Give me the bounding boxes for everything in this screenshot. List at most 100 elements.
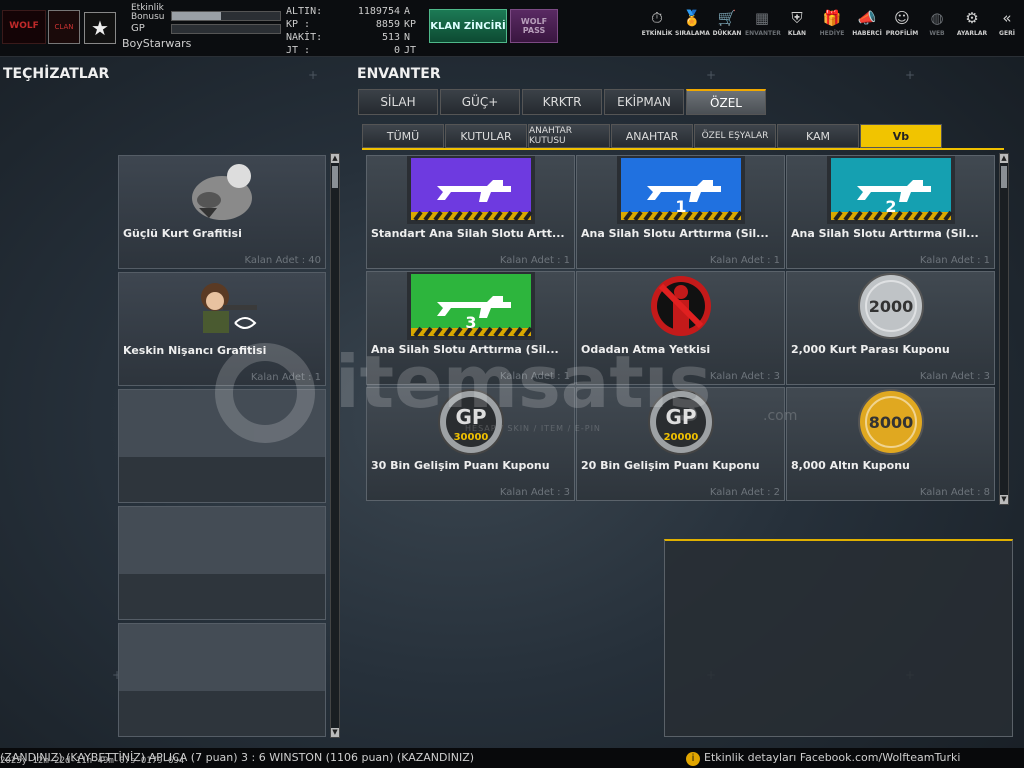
nav-icon: ⛨	[791, 9, 803, 27]
event-info[interactable]: i Etkinlik detayları Facebook.com/Wolftea…	[686, 751, 960, 766]
tab-sub-3[interactable]: ANAHTAR	[611, 124, 693, 148]
svg-text:8000: 8000	[869, 413, 914, 432]
nav-9[interactable]: ⚙ AYARLAR	[955, 8, 989, 50]
item-name: 30 Bin Gelişim Puanı Kuponu	[371, 459, 550, 472]
equipment-slot[interactable]: Güçlü Kurt Grafitisi Kalan Adet : 40	[118, 155, 326, 269]
scroll-down-icon[interactable]: ▼	[331, 728, 339, 737]
item-name: 2,000 Kurt Parası Kuponu	[791, 343, 950, 356]
tab-main-0[interactable]: SİLAH	[358, 89, 438, 115]
item-name: Standart Ana Silah Slotu Artt...	[371, 227, 565, 240]
inventory-item[interactable]: 2000 2,000 Kurt Parası Kuponu Kalan Adet :…	[786, 271, 995, 385]
currency-stats: ALTIN: 1189754 A KP : 8859 KP NAKİT: 513 N JT : 0J…	[286, 6, 422, 58]
svg-text:20000: 20000	[664, 432, 699, 443]
tab-main-3[interactable]: EKİPMAN	[604, 89, 684, 115]
nav-icon: ☺	[894, 9, 910, 27]
inventory-item[interactable]: Standart Ana Silah Slotu Artt... Kalan Ad…	[366, 155, 575, 269]
wolf-pass-button[interactable]: WOLF PASS	[510, 9, 558, 43]
tab-sub-0[interactable]: TÜMÜ	[362, 124, 444, 148]
inventory-scrollbar[interactable]: ▲ ▼	[999, 153, 1009, 505]
inventory-item[interactable]: 2 Ana Silah Slotu Arttırma (Sil... Kalan A…	[786, 155, 995, 269]
weapon-slot-purple-icon	[407, 156, 535, 224]
nav-1[interactable]: 🏅 SIRALAMA	[675, 8, 710, 50]
inventory-item[interactable]: GP 30000 30 Bin Gelişim Puanı Kuponu Kalan …	[366, 387, 575, 501]
scroll-up-icon[interactable]: ▲	[1000, 154, 1008, 163]
nav-label: HABERCİ	[852, 30, 882, 37]
tab-sub-4[interactable]: ÖZEL EŞYALAR	[694, 124, 776, 148]
nav-10[interactable]: « GERİ	[990, 8, 1024, 50]
tab-main-2[interactable]: KRKTR	[522, 89, 602, 115]
equipment-slot[interactable]	[118, 389, 326, 503]
tab-sub-6[interactable]: Vb	[860, 124, 942, 148]
nav-icon: ▦	[754, 9, 770, 27]
nav-2[interactable]: 🛒 DÜKKAN	[710, 8, 744, 50]
nav-icon: 🛒	[717, 9, 737, 27]
item-name: 20 Bin Gelişim Puanı Kuponu	[581, 459, 760, 472]
coin-gold-icon: 8000	[827, 388, 955, 456]
tab-main-1[interactable]: GÜÇ+	[440, 89, 520, 115]
inventory-item[interactable]: 1 Ana Silah Slotu Arttırma (Sil... Kalan A…	[576, 155, 785, 269]
stat-label: JT :	[286, 45, 311, 56]
scroll-thumb[interactable]	[332, 166, 338, 188]
stat-value: 513	[381, 32, 400, 43]
stat-label: KP :	[286, 19, 311, 30]
item-count: Kalan Adet : 8	[919, 487, 990, 498]
svg-text:2000: 2000	[869, 297, 914, 316]
nav-6[interactable]: 📣 HABERCİ	[850, 8, 884, 50]
top-bar: WOLF CLAN ★ Etkinlik Bonusu GP BoyStarwa…	[0, 0, 1024, 57]
stat-label: ALTIN:	[286, 6, 323, 17]
stat-unit: JT	[404, 45, 417, 56]
gp-coin-icon: GP 20000	[617, 388, 745, 456]
item-count: Kalan Adet : 3	[919, 371, 990, 382]
svg-text:GP: GP	[665, 405, 696, 429]
klan-zinciri-button[interactable]: KLAN ZİNCİRİ	[429, 9, 507, 43]
gp-coin-icon: GP 30000	[407, 388, 535, 456]
nav-4[interactable]: ⛨ KLAN	[780, 8, 814, 50]
nav-label: HEDİYE	[819, 30, 845, 37]
nav-8[interactable]: ◍ WEB	[920, 8, 954, 50]
stat-row: NAKİT: 513 N	[286, 32, 422, 45]
inventory-item[interactable]: GP 20000 20 Bin Gelişim Puanı Kuponu Kalan …	[576, 387, 785, 501]
equipment-count: Kalan Adet : 40	[244, 255, 321, 266]
stat-value: 8859	[375, 19, 400, 30]
scroll-up-icon[interactable]: ▲	[331, 154, 339, 163]
coin-silver-icon: 2000	[827, 272, 955, 340]
scroll-thumb[interactable]	[1001, 166, 1007, 188]
equipment-slot[interactable]	[118, 623, 326, 737]
inventory-main-tabs: SİLAH GÜÇ+ KRKTR EKİPMAN ÖZEL	[358, 89, 768, 115]
equipment-name: Keskin Nişancı Grafitisi	[123, 344, 267, 357]
inventory-item[interactable]: 8000 8,000 Altın Kuponu Kalan Adet : 8	[786, 387, 995, 501]
equipment-slot[interactable]: Keskin Nişancı Grafitisi Kalan Adet : 1	[118, 272, 326, 386]
inventory-item[interactable]: 3 Ana Silah Slotu Arttırma (Sil... Kalan A…	[366, 271, 575, 385]
stat-value: 1189754	[357, 6, 400, 17]
equipment-slot[interactable]	[118, 506, 326, 620]
tab-sub-1[interactable]: KUTULAR	[445, 124, 527, 148]
nav-icon: 📣	[857, 9, 877, 27]
main-nav: ⏱ ETKİNLİK 🏅 SIRALAMA 🛒 DÜKKAN ▦ ENVANTER ⛨ KLAN 🎁…	[640, 8, 1024, 50]
nav-0[interactable]: ⏱ ETKİNLİK	[640, 8, 674, 50]
item-count: Kalan Adet : 1	[499, 371, 570, 382]
item-count: Kalan Adet : 2	[709, 487, 780, 498]
wolf-graffiti-icon	[179, 158, 265, 226]
tab-main-4[interactable]: ÖZEL	[686, 89, 766, 115]
svg-text:3: 3	[465, 313, 476, 332]
game-logo: WOLF	[2, 10, 46, 44]
nav-3[interactable]: ▦ ENVANTER	[745, 8, 781, 50]
nav-icon: «	[1002, 9, 1012, 27]
tab-sub-5[interactable]: KAM	[777, 124, 859, 148]
scroll-down-icon[interactable]: ▼	[1000, 495, 1008, 504]
equipment-scrollbar[interactable]: ▲ ▼	[330, 153, 340, 738]
item-count: Kalan Adet : 1	[499, 255, 570, 266]
etkinlik-bonus-label: Etkinlik Bonusu	[131, 3, 165, 22]
clan-emblem[interactable]: CLAN	[48, 10, 80, 44]
nav-icon: ⚙	[965, 9, 979, 27]
username: BoyStarwars	[122, 37, 192, 50]
nav-7[interactable]: ☺ PROFİLİM	[885, 8, 919, 50]
rank-star-icon: ★	[84, 12, 116, 44]
etkinlik-bonus-fill	[172, 12, 221, 20]
nav-5[interactable]: 🎁 HEDİYE	[815, 8, 849, 50]
nav-label: ETKİNLİK	[641, 30, 673, 37]
inventory-item[interactable]: Odadan Atma Yetkisi Kalan Adet : 3	[576, 271, 785, 385]
tab-sub-2[interactable]: ANAHTAR KUTUSU	[528, 124, 610, 148]
weapon-slot-blue-icon: 1	[617, 156, 745, 224]
etkinlik-bonus-bar	[171, 11, 281, 21]
